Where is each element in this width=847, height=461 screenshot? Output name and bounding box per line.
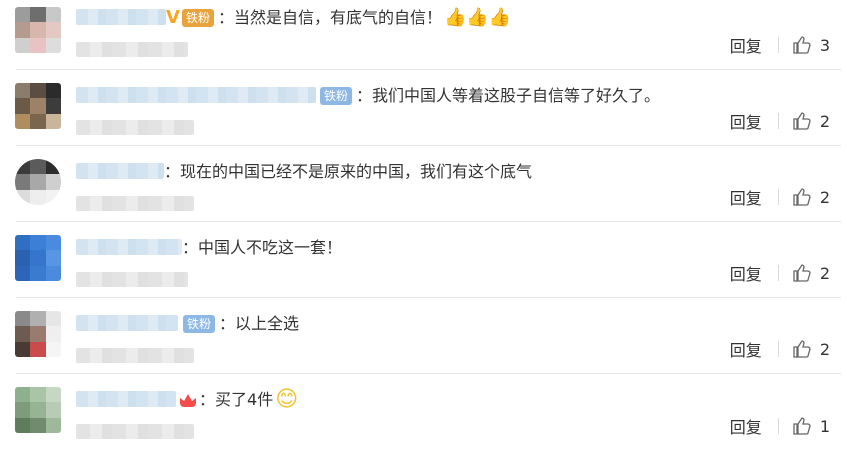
- like-button[interactable]: 2: [792, 111, 830, 131]
- comment-list: V 铁粉 ： 当然是自信，有底气的自信！ 👍👍👍 回复 3 铁粉 ： 我们中国人…: [0, 0, 847, 461]
- comment-actions: 回复 2: [730, 109, 830, 133]
- thumbs-up-icon: [793, 340, 811, 358]
- comment-colon: ：: [219, 314, 236, 333]
- like-button[interactable]: 2: [792, 263, 830, 283]
- comment-colon: ：: [182, 238, 199, 257]
- like-count: 2: [819, 187, 830, 207]
- username-blurred[interactable]: [76, 239, 182, 255]
- comment-item: 铁粉 ： 我们中国人等着这股子自信等了好久了。 回复 2: [0, 70, 847, 146]
- comment-meta-blurred: [76, 42, 188, 57]
- like-count: 2: [819, 339, 830, 359]
- crown-icon: [179, 391, 197, 409]
- comment-meta-blurred: [76, 348, 194, 363]
- reply-button[interactable]: 回复: [730, 337, 762, 361]
- comment-colon: ：: [164, 162, 181, 181]
- comment-meta-blurred: [76, 196, 194, 211]
- avatar[interactable]: [15, 235, 61, 281]
- like-button[interactable]: 2: [792, 339, 830, 359]
- comment-meta-blurred: [76, 272, 188, 287]
- action-divider: [777, 113, 779, 129]
- smile-emoji: 😊: [275, 387, 299, 412]
- comment-meta-blurred: [76, 424, 194, 439]
- reply-button[interactable]: 回复: [730, 261, 762, 285]
- fan-badge: 铁粉: [181, 9, 214, 27]
- username-blurred[interactable]: [76, 391, 176, 407]
- comment-actions: 回复 2: [730, 261, 830, 285]
- comment-content: ： 买了4件 😊: [179, 389, 298, 411]
- action-divider: [777, 189, 779, 205]
- comment-text: 我们中国人等着这股子自信等了好久了。: [372, 86, 661, 105]
- comment-text: 当然是自信，有底气的自信！: [233, 8, 442, 27]
- avatar[interactable]: [15, 7, 61, 53]
- reply-button[interactable]: 回复: [730, 33, 762, 57]
- comment-colon: ：: [199, 390, 216, 409]
- comment-item: ： 现在的中国已经不是原来的中国，我们有这个底气 回复 2: [0, 146, 847, 222]
- action-divider: [777, 341, 779, 357]
- comment-actions: 回复 2: [730, 337, 830, 361]
- comment-text: 以上全选: [235, 314, 300, 333]
- comment-text: 现在的中国已经不是原来的中国，我们有这个底气: [180, 162, 533, 181]
- like-count: 3: [819, 35, 830, 55]
- comment-item: V 铁粉 ： 当然是自信，有底气的自信！ 👍👍👍 回复 3: [0, 0, 847, 70]
- like-button[interactable]: 1: [792, 416, 830, 436]
- thumbs-up-emoji: 👍👍👍: [443, 7, 512, 28]
- avatar[interactable]: [15, 311, 61, 357]
- reply-button[interactable]: 回复: [730, 185, 762, 209]
- comment-content: 铁粉 ： 以上全选: [183, 313, 299, 335]
- username-blurred[interactable]: [76, 9, 166, 25]
- thumbs-up-icon: [793, 36, 811, 54]
- username-blurred[interactable]: [76, 315, 178, 331]
- avatar[interactable]: [15, 387, 61, 433]
- comment-content: ： 中国人不吃这一套！: [182, 237, 342, 259]
- action-divider: [777, 37, 779, 53]
- like-button[interactable]: 2: [792, 187, 830, 207]
- reply-button[interactable]: 回复: [730, 109, 762, 133]
- comment-content: ： 现在的中国已经不是原来的中国，我们有这个底气: [164, 161, 532, 183]
- like-count: 1: [819, 416, 830, 436]
- comment-item: 铁粉 ： 以上全选 回复 2: [0, 298, 847, 374]
- comment-text: 中国人不吃这一套！: [198, 238, 343, 257]
- like-button[interactable]: 3: [792, 35, 830, 55]
- username-blurred[interactable]: [76, 163, 164, 179]
- thumbs-up-icon: [793, 112, 811, 130]
- fan-badge: 铁粉: [320, 87, 353, 105]
- comment-content: V 铁粉 ： 当然是自信，有底气的自信！ 👍👍👍: [166, 7, 511, 29]
- comment-actions: 回复 1: [730, 414, 830, 438]
- username-blurred[interactable]: [76, 87, 316, 103]
- action-divider: [777, 418, 779, 434]
- comment-text: 买了4件: [215, 390, 274, 409]
- reply-button[interactable]: 回复: [730, 414, 762, 438]
- comment-meta-blurred: [76, 120, 194, 135]
- avatar[interactable]: [15, 83, 61, 129]
- thumbs-up-icon: [793, 264, 811, 282]
- comment-item: ： 买了4件 😊 回复 1: [0, 374, 847, 461]
- comment-actions: 回复 2: [730, 185, 830, 209]
- avatar[interactable]: [15, 159, 61, 205]
- thumbs-up-icon: [793, 188, 811, 206]
- comment-colon: ：: [356, 86, 373, 105]
- action-divider: [777, 265, 779, 281]
- like-count: 2: [819, 111, 830, 131]
- like-count: 2: [819, 263, 830, 283]
- fan-badge: 铁粉: [183, 315, 216, 333]
- vip-icon: V: [166, 7, 180, 28]
- comment-item: ： 中国人不吃这一套！ 回复 2: [0, 222, 847, 298]
- thumbs-up-icon: [793, 417, 811, 435]
- comment-content: 铁粉 ： 我们中国人等着这股子自信等了好久了。: [320, 85, 660, 107]
- comment-colon: ：: [217, 8, 234, 27]
- comment-actions: 回复 3: [730, 33, 830, 57]
